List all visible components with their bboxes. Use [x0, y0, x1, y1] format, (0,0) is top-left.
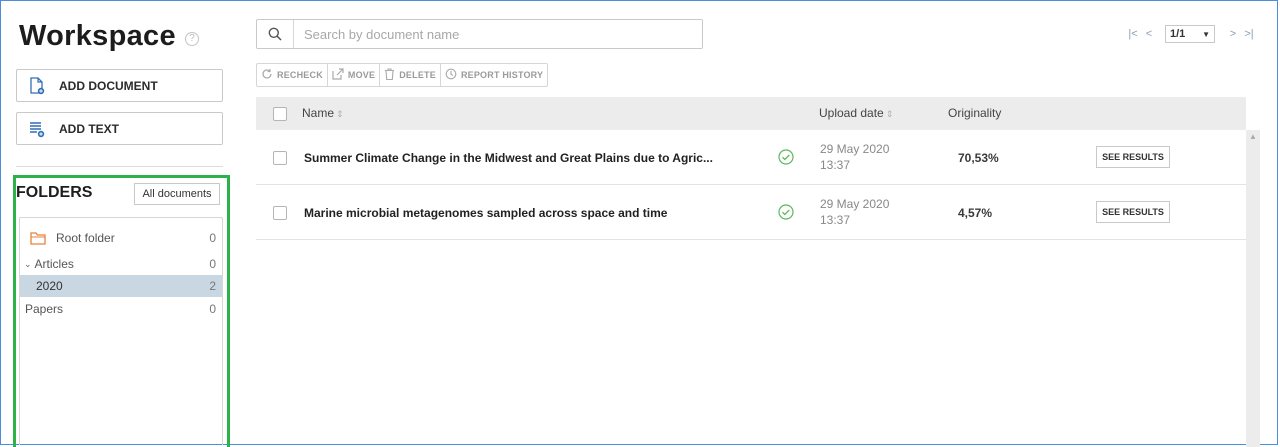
folder-tree: Root folder 0 ⌄ Articles 0 2020 2 Papers… [19, 217, 223, 445]
folder-count: 0 [209, 231, 216, 245]
upload-date-day: 29 May 2020 [820, 197, 890, 211]
search-input[interactable] [294, 20, 702, 48]
add-document-button[interactable]: ADD DOCUMENT [16, 69, 223, 102]
row-checkbox[interactable] [273, 151, 287, 165]
folder-icon [30, 231, 46, 245]
sidebar: Workspace ? ADD DOCUMENT ADD TEXT FOLDER… [7, 8, 231, 447]
first-page-icon[interactable]: |< [1125, 28, 1141, 40]
check-circle-icon [778, 149, 794, 165]
page-select-value: 1/1 [1170, 28, 1186, 40]
add-document-label: ADD DOCUMENT [59, 78, 158, 93]
upload-date: 29 May 2020 13:37 [820, 141, 889, 173]
upload-date: 29 May 2020 13:37 [820, 196, 889, 228]
folders-heading: FOLDERS [16, 184, 93, 201]
folder-articles[interactable]: ⌄ Articles 0 [20, 253, 222, 275]
refresh-icon [261, 68, 273, 82]
check-circle-icon [778, 204, 794, 220]
history-icon [445, 68, 457, 82]
scroll-up-icon[interactable]: ▲ [1249, 132, 1257, 141]
folder-label: 2020 [36, 279, 63, 293]
folder-papers[interactable]: Papers 0 [20, 298, 222, 320]
chevron-down-icon[interactable]: ⌄ [24, 259, 32, 270]
table-row[interactable]: Summer Climate Change in the Midwest and… [256, 130, 1246, 185]
prev-page-icon[interactable]: < [1141, 28, 1157, 40]
sort-icon: ⇕ [336, 109, 344, 119]
folder-count: 2 [209, 279, 216, 293]
move-icon [332, 68, 344, 82]
folder-label: Root folder [56, 231, 115, 245]
add-text-button[interactable]: ADD TEXT [16, 112, 223, 145]
folder-count: 0 [209, 302, 216, 316]
document-name[interactable]: Summer Climate Change in the Midwest and… [304, 151, 713, 165]
select-all-checkbox[interactable] [273, 107, 287, 121]
table-row[interactable]: Marine microbial metagenomes sampled acr… [256, 185, 1246, 240]
recheck-label: RECHECK [277, 70, 323, 80]
help-icon[interactable]: ? [185, 32, 199, 46]
delete-button[interactable]: DELETE [380, 64, 441, 86]
page-title: Workspace [19, 20, 176, 52]
column-upload-date[interactable]: Upload date ⇕ [819, 106, 893, 120]
all-documents-button[interactable]: All documents [134, 183, 220, 205]
delete-label: DELETE [399, 70, 436, 80]
report-history-button[interactable]: REPORT HISTORY [441, 64, 547, 86]
column-name-label: Name [302, 106, 335, 120]
last-page-icon[interactable]: >| [1241, 28, 1257, 40]
column-originality: Originality [948, 106, 1002, 120]
table-header: Name ⇕ Upload date ⇕ Originality [256, 97, 1246, 130]
add-text-icon [29, 120, 45, 138]
upload-date-day: 29 May 2020 [820, 142, 890, 156]
folder-count: 0 [209, 257, 216, 271]
page-select[interactable]: 1/1 ▼ [1165, 25, 1215, 43]
folders-panel: FOLDERS All documents Root folder 0 ⌄ Ar… [13, 175, 230, 447]
add-document-icon [29, 76, 45, 95]
upload-date-time: 13:37 [820, 158, 851, 172]
trash-icon [384, 68, 395, 82]
search-bar [256, 19, 703, 49]
chevron-down-icon: ▼ [1202, 29, 1210, 39]
scrollbar[interactable]: ▲ [1246, 130, 1260, 447]
move-button[interactable]: MOVE [328, 64, 381, 86]
report-history-label: REPORT HISTORY [460, 70, 544, 80]
see-results-button[interactable]: SEE RESULTS [1096, 146, 1170, 168]
sort-icon: ⇕ [885, 109, 894, 119]
upload-date-time: 13:37 [820, 213, 851, 227]
pagination: |< < 1/1 ▼ > >| [1125, 25, 1257, 43]
column-upload-label: Upload date [819, 106, 884, 120]
document-name[interactable]: Marine microbial metagenomes sampled acr… [304, 206, 667, 220]
next-page-icon[interactable]: > [1225, 28, 1241, 40]
recheck-button[interactable]: RECHECK [257, 64, 328, 86]
see-results-button[interactable]: SEE RESULTS [1096, 201, 1170, 223]
folder-root[interactable]: Root folder 0 [20, 227, 222, 249]
document-toolbar: RECHECK MOVE DELETE REPORT HISTORY [256, 63, 549, 87]
add-text-label: ADD TEXT [59, 121, 119, 136]
folder-label: Articles [34, 257, 74, 271]
folder-label: Papers [25, 302, 64, 316]
sidebar-divider [16, 166, 223, 167]
originality-value: 70,53% [958, 151, 999, 165]
search-icon[interactable] [257, 20, 294, 48]
row-checkbox[interactable] [273, 206, 287, 220]
originality-value: 4,57% [958, 206, 993, 220]
move-label: MOVE [347, 70, 376, 80]
folder-2020[interactable]: 2020 2 [20, 275, 222, 297]
column-name[interactable]: Name ⇕ [302, 106, 344, 120]
